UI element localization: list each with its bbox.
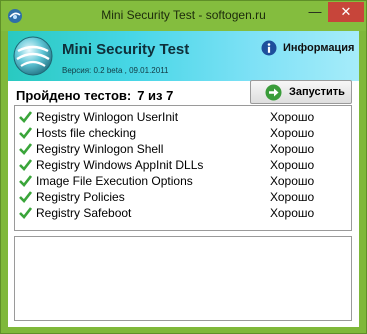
list-item: Registry Windows AppInit DLLs Хорошо — [15, 157, 351, 173]
run-button[interactable]: Запустить — [250, 80, 352, 104]
app-title: Mini Security Test — [62, 41, 190, 58]
run-button-label: Запустить — [289, 86, 345, 98]
test-name: Registry Winlogon Shell — [36, 142, 164, 156]
test-name: Hosts file checking — [36, 126, 137, 140]
list-item: Image File Execution Options Хорошо — [15, 173, 351, 189]
app-window: Mini Security Test - softogen.ru — ✕ Min… — [0, 0, 367, 334]
check-icon — [19, 207, 32, 219]
close-button[interactable]: ✕ — [328, 2, 364, 22]
info-label: Информация — [283, 42, 355, 54]
list-item: Registry Winlogon Shell Хорошо — [15, 141, 351, 157]
tests-summary: Пройдено тестов: 7 из 7 — [16, 88, 173, 103]
version-text: Версия: 0.2 beta , 09.01.2011 — [62, 66, 169, 75]
results-list[interactable]: Registry Winlogon UserInit Хорошо Hosts … — [14, 105, 352, 231]
test-name: Registry Safeboot — [36, 206, 132, 220]
list-item: Hosts file checking Хорошо — [15, 125, 351, 141]
check-icon — [19, 143, 32, 155]
test-status: Хорошо — [270, 126, 315, 140]
header-banner: Mini Security Test Версия: 0.2 beta , 09… — [8, 31, 359, 81]
test-status: Хорошо — [270, 110, 315, 124]
minimize-button[interactable]: — — [302, 2, 328, 22]
list-item: Registry Safeboot Хорошо — [15, 205, 351, 221]
list-item: Registry Policies Хорошо — [15, 189, 351, 205]
test-name: Registry Policies — [36, 190, 125, 204]
test-status: Хорошо — [270, 206, 315, 220]
test-status: Хорошо — [270, 174, 315, 188]
summary-label: Пройдено тестов: — [16, 88, 132, 103]
title-bar[interactable]: Mini Security Test - softogen.ru — ✕ — [1, 1, 366, 31]
test-name: Registry Windows AppInit DLLs — [36, 158, 204, 172]
info-icon — [261, 40, 277, 56]
check-icon — [19, 191, 32, 203]
test-status: Хорошо — [270, 190, 315, 204]
test-name: Registry Winlogon UserInit — [36, 110, 179, 124]
check-icon — [19, 175, 32, 187]
check-icon — [19, 159, 32, 171]
test-status: Хорошо — [270, 142, 315, 156]
log-output-box[interactable] — [14, 236, 352, 321]
check-icon — [19, 127, 32, 139]
test-name: Image File Execution Options — [36, 174, 193, 188]
test-status: Хорошо — [270, 158, 315, 172]
client-area: Mini Security Test Версия: 0.2 beta , 09… — [8, 31, 359, 327]
globe-logo-icon — [13, 36, 53, 76]
check-icon — [19, 111, 32, 123]
list-item: Registry Winlogon UserInit Хорошо — [15, 109, 351, 125]
summary-count: 7 из 7 — [137, 88, 174, 103]
play-arrow-icon — [265, 84, 282, 101]
